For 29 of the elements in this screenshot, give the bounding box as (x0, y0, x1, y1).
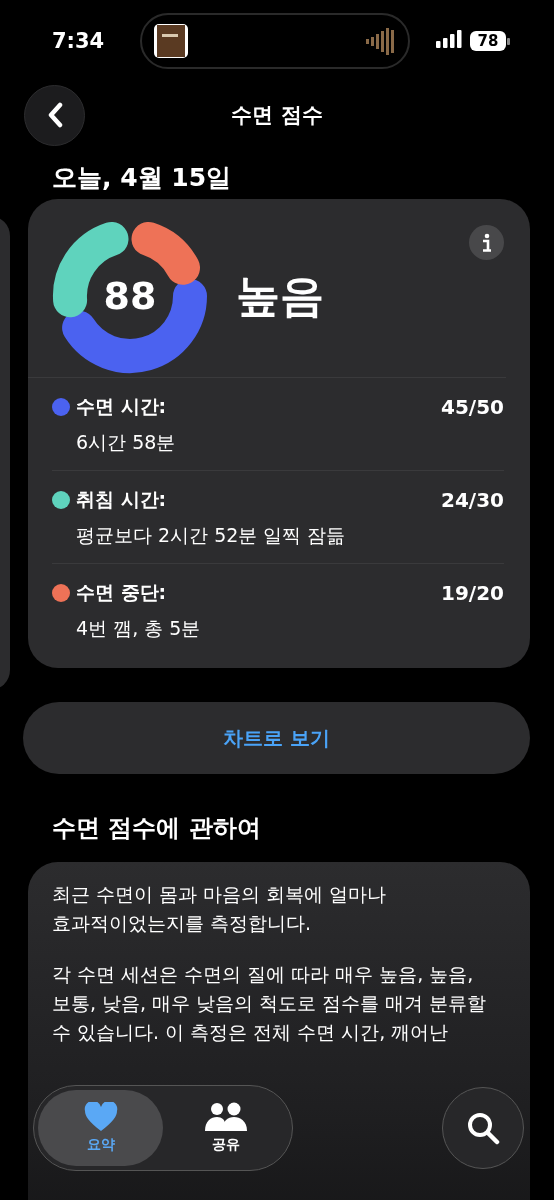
screen-title: 수면 점수 (231, 102, 323, 129)
chevron-left-icon (46, 102, 63, 128)
description-paragraph: 각 수면 세션은 수면의 질에 따라 매우 높음, 높음, 보통, 낮음, 매우 낮음의 척도로 점수를 매겨 분류할 수 있습니다. 이 측정은 전체 수면 시간, 깨어난 (52, 962, 488, 1045)
clock: 7:34 (52, 29, 106, 53)
date-heading: 오늘, 4월 15일 (52, 162, 232, 194)
metric-label: 수면 중단: (76, 580, 167, 605)
waveform-icon (366, 26, 394, 56)
tab[interactable]: 공유 (163, 1090, 288, 1166)
metric-label: 수면 시간: (76, 394, 167, 419)
metric-label: 취침 시간: (76, 487, 167, 512)
score-rating: 높음 (236, 268, 324, 323)
metric-points: 45/50 (441, 395, 504, 419)
section-heading: 수면 점수에 관하여 (52, 813, 261, 844)
people-icon (203, 1102, 248, 1132)
album-art-icon (154, 24, 188, 58)
tab[interactable]: 요약 (38, 1090, 163, 1166)
metric-detail: 6시간 58분 (76, 430, 176, 455)
heart-icon (83, 1102, 118, 1132)
score-value: 88 (103, 274, 157, 318)
info-button[interactable] (469, 225, 504, 260)
view-chart-button[interactable]: 차트로 보기 (23, 702, 530, 774)
description-paragraph: 최근 수면이 몸과 마음의 회복에 얼마나 효과적이었는지를 측정합니다. (52, 882, 388, 936)
signal-icon (436, 30, 462, 48)
search-icon (466, 1111, 500, 1145)
metric-detail: 평균보다 2시간 52분 일찍 잠듦 (76, 523, 346, 548)
metric-points: 19/20 (441, 581, 504, 605)
metric-detail: 4번 깸, 총 5분 (76, 616, 201, 641)
info-icon (480, 232, 493, 253)
metric-points: 24/30 (441, 488, 504, 512)
